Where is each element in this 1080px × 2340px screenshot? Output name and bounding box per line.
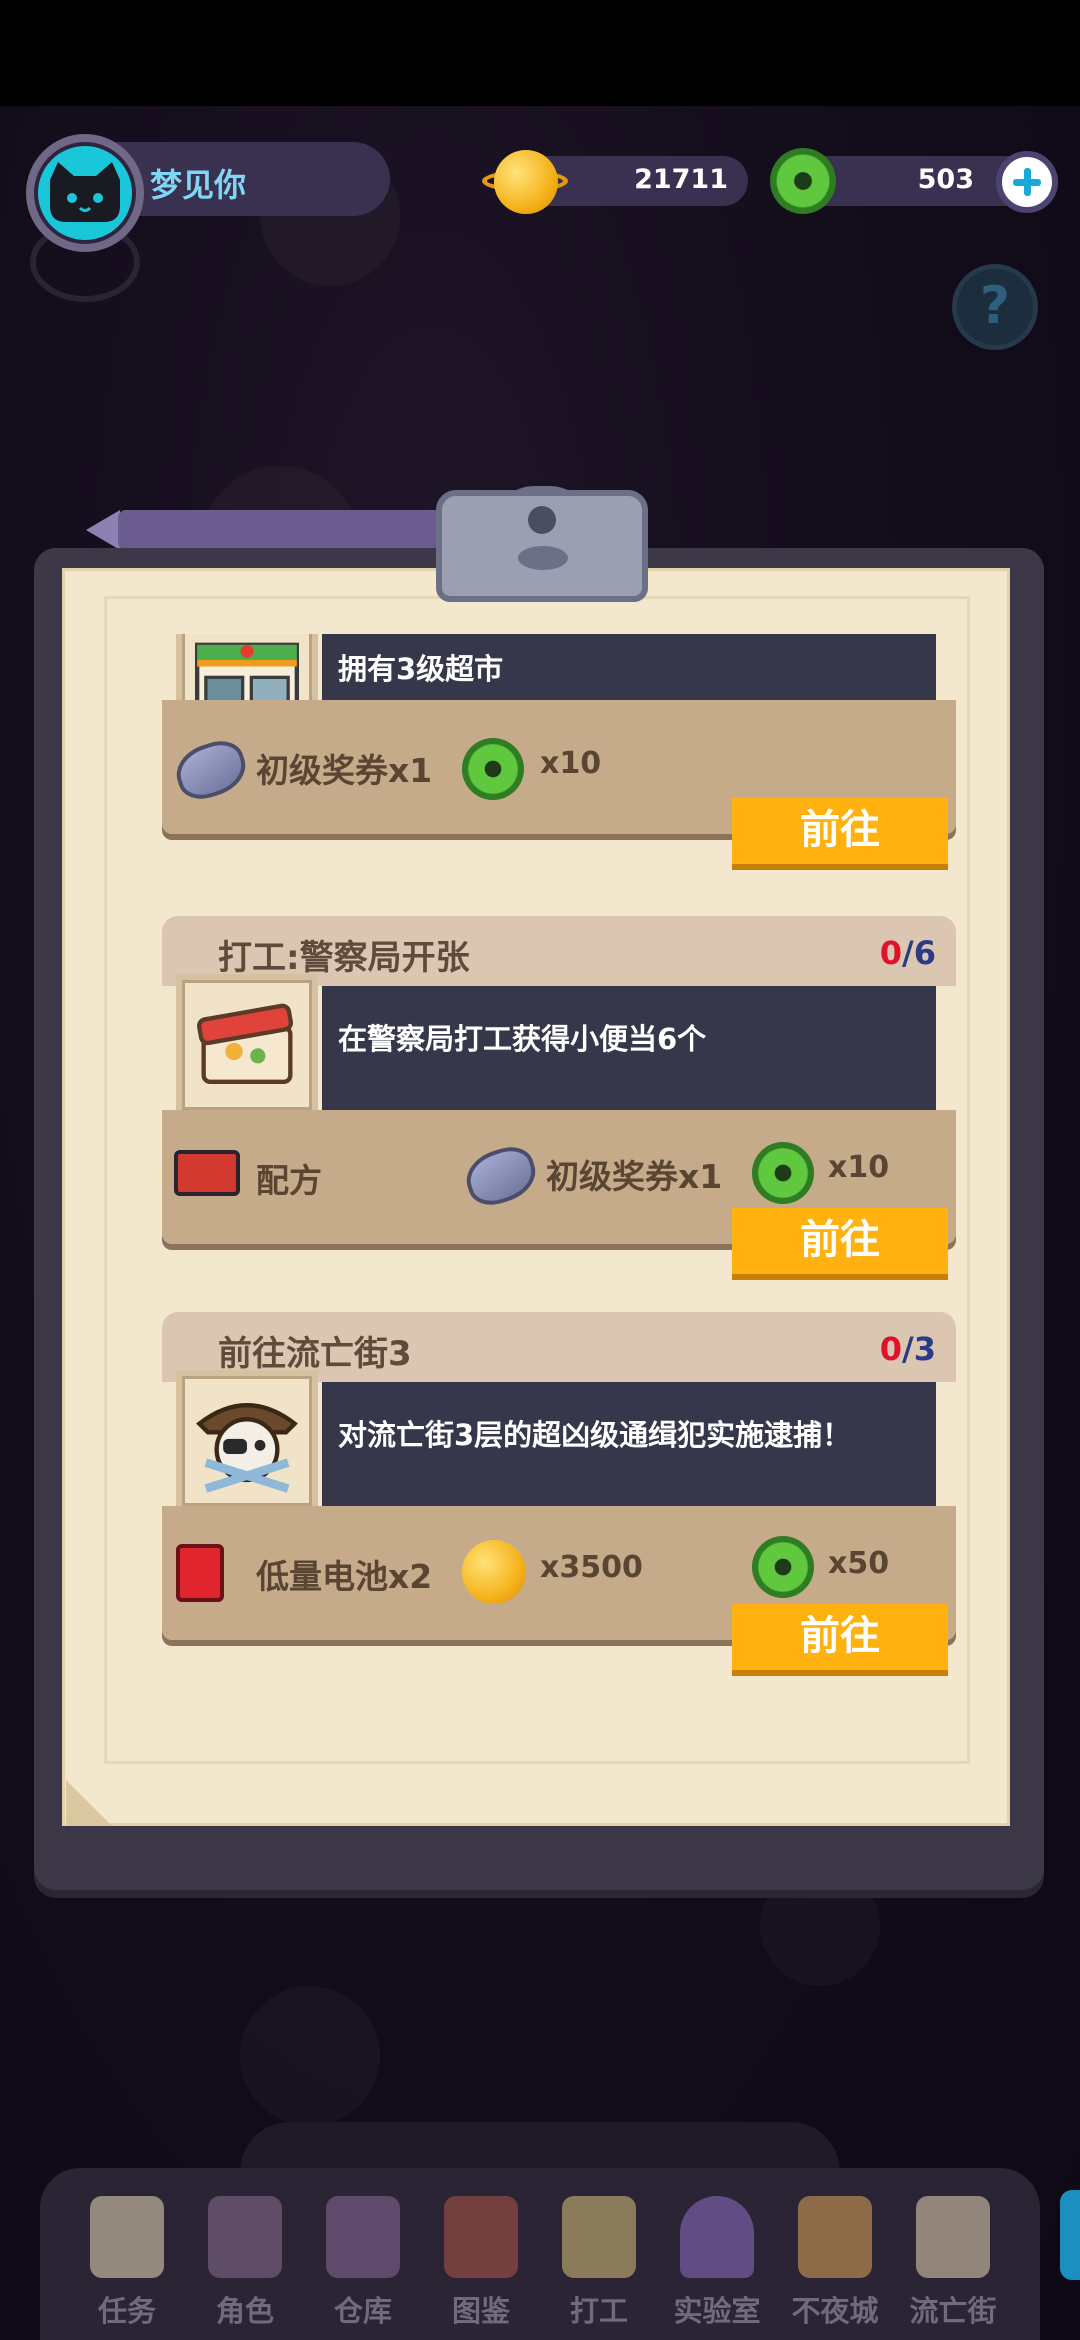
task-scroll-icon	[90, 2196, 164, 2278]
progress-total: /3	[902, 1330, 936, 1368]
night-city-cat-icon	[798, 2196, 872, 2278]
nav-label: 角色	[215, 2294, 274, 2328]
planet-coin-icon	[462, 1540, 526, 1604]
progress-current: 0	[879, 934, 903, 972]
task-title: 前往流亡街3	[218, 1334, 412, 1374]
task-image-frame	[176, 974, 318, 1116]
go-button[interactable]: 前往	[732, 798, 948, 864]
nav-label: 流亡街	[909, 2294, 997, 2328]
task-description: 拥有3级超市	[338, 652, 504, 686]
nav-item-night-city[interactable]: 不夜城	[780, 2196, 890, 2336]
book-icon	[444, 2196, 518, 2278]
nav-item-tasks[interactable]: 任务	[72, 2196, 182, 2336]
pencil-decoration	[118, 510, 444, 550]
nav-label: 仓库	[333, 2294, 392, 2328]
nav-label: 图鉴	[451, 2294, 510, 2328]
nav-item-codex[interactable]: 图鉴	[426, 2196, 536, 2336]
nav-label: 不夜城	[791, 2294, 879, 2328]
donut-icon	[462, 738, 524, 800]
donut-icon	[770, 148, 836, 214]
nav-item-exile-street[interactable]: 流亡街	[898, 2196, 1008, 2336]
nav-item-warehouse[interactable]: 仓库	[308, 2196, 418, 2336]
reward-label: x10	[540, 746, 602, 781]
go-button[interactable]: 前往	[732, 1604, 948, 1670]
help-button[interactable]: ?	[952, 264, 1038, 350]
reward-label: x10	[828, 1150, 890, 1185]
pirate-street-icon	[916, 2196, 990, 2278]
battery-icon	[176, 1544, 224, 1602]
reward-label: 初级奖券x1	[546, 1157, 723, 1196]
progress-total: /6	[902, 934, 936, 972]
nav-label: 任务	[97, 2294, 156, 2328]
ticket-icon	[459, 1140, 543, 1212]
reward-label: 配方	[256, 1161, 322, 1200]
clip-hole	[528, 506, 556, 534]
player-name: 梦见你	[150, 166, 247, 204]
paper-fold	[66, 1780, 112, 1826]
task-description: 对流亡街3层的超凶级通缉犯实施逮捕！	[338, 1418, 852, 1452]
planet-coin-value: 21711	[634, 164, 728, 195]
planet-coin-icon	[494, 150, 558, 214]
task-title: 打工:警察局开张	[218, 938, 470, 978]
pencil-tip	[86, 510, 120, 550]
cat-face-icon	[50, 162, 120, 222]
nav-item-character[interactable]: 角色	[190, 2196, 300, 2336]
ticket-icon	[169, 734, 253, 806]
nav-scroll-arrow[interactable]	[1060, 2190, 1080, 2280]
progress-current: 0	[879, 1330, 903, 1368]
character-cat-icon	[208, 2196, 282, 2278]
task-description: 在警察局打工获得小便当6个	[338, 1022, 707, 1056]
task-list[interactable]: 拥有3级超市 初级奖券x1 x10 前往 打工:警察局开张 0/6 在警察局打工…	[104, 634, 970, 1754]
task-progress: 0/3	[880, 1330, 936, 1368]
work-screen-icon	[562, 2196, 636, 2278]
donut-icon	[752, 1536, 814, 1598]
go-button[interactable]: 前往	[732, 1208, 948, 1274]
task-progress: 0/6	[880, 934, 936, 972]
bento-icon	[174, 1150, 240, 1196]
chest-icon	[326, 2196, 400, 2278]
pirate-skull-icon	[196, 1403, 298, 1493]
donut-value: 503	[917, 164, 974, 195]
bento-icon	[197, 1003, 294, 1084]
nav-item-work[interactable]: 打工	[544, 2196, 654, 2336]
task-image-frame	[176, 1370, 318, 1512]
nav-label: 实验室	[673, 2294, 761, 2328]
reward-label: 初级奖券x1	[256, 751, 433, 790]
reward-label: x3500	[540, 1550, 643, 1585]
reward-label: x50	[828, 1546, 890, 1581]
reward-label: 低量电池x2	[256, 1557, 433, 1596]
nav-label: 打工	[569, 2294, 628, 2328]
donut-icon	[752, 1142, 814, 1204]
nav-item-lab[interactable]: 实验室	[662, 2196, 772, 2336]
fish-emblem-icon	[518, 546, 568, 570]
lab-dome-icon	[680, 2196, 754, 2278]
status-bar	[0, 0, 1080, 106]
add-currency-button[interactable]	[996, 151, 1058, 213]
